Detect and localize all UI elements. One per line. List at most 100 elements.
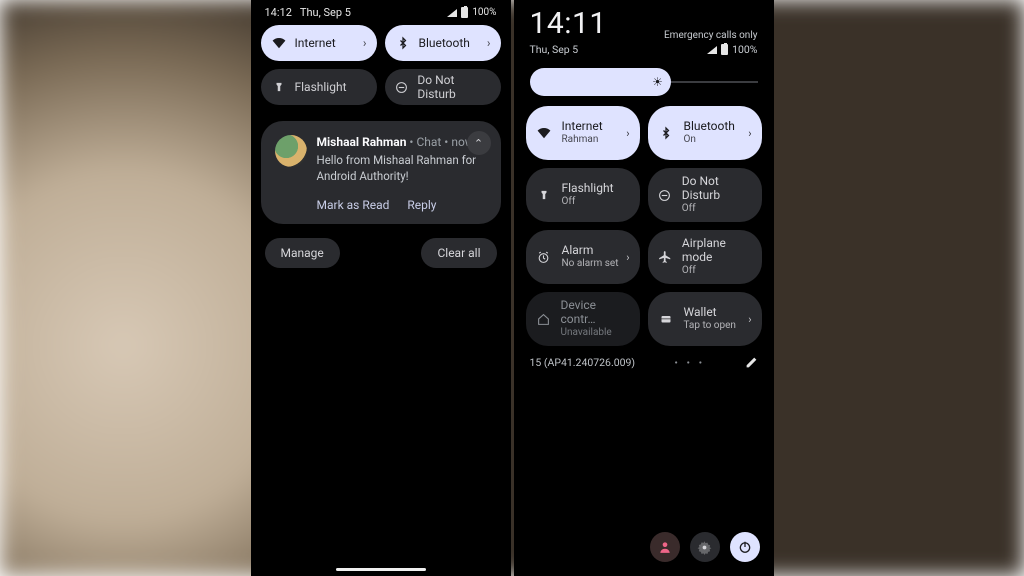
tile-sub: Tap to open [684,320,736,332]
brightness-track [669,81,758,83]
dnd-icon [395,81,410,94]
status-time: 14:12 [265,6,292,19]
tile-airplane[interactable]: Airplane modeOff [648,230,762,284]
avatar [275,135,307,167]
alarm-icon [536,251,552,264]
qs-tile-grid: InternetRahman›BluetoothOn›FlashlightOff… [514,106,774,346]
tile-sub: Rahman [562,134,603,146]
battery-pct: 100% [732,43,757,56]
lock-clock: 14:11 [530,6,607,41]
brightness-fill: ☀ [530,68,671,96]
tile-sub: On [684,134,735,146]
tile-label: Do Not Disturb [682,175,752,203]
tile-dnd[interactable]: Do Not DisturbOff [648,168,762,222]
phone-left: 14:12 Thu, Sep 5 100% Internet › [251,0,511,576]
tile-label: Alarm [562,244,619,258]
build-number: 15 (AP41.240726.009) [530,356,636,369]
chevron-right-icon: › [626,251,629,264]
user-switch-button[interactable] [650,532,680,562]
power-button[interactable] [730,532,760,562]
mark-read-action[interactable]: Mark as Read [317,198,390,212]
shade-footer: Manage Clear all [251,232,511,274]
edit-tiles-button[interactable] [745,356,758,369]
wifi-icon [536,126,552,140]
tile-sub: Off [682,203,752,215]
lock-date: Thu, Sep 5 [530,43,579,56]
bottom-buttons [650,532,760,562]
clock-row: 14:11 Emergency calls only [514,0,774,41]
status-bar: 14:12 Thu, Sep 5 100% [251,0,511,21]
brightness-icon: ☀ [652,75,663,89]
chevron-right-icon: › [626,127,629,140]
signal-icon [447,9,457,17]
qs-flashlight-label: Flashlight [295,80,347,94]
chevron-right-icon: › [748,313,751,326]
tile-sub: Unavailable [561,327,630,339]
tile-label: Flashlight [562,182,614,196]
qs-bluetooth[interactable]: Bluetooth › [385,25,501,61]
phone-right: 14:11 Emergency calls only Thu, Sep 5 10… [514,0,774,576]
tile-label: Device contr… [561,299,630,327]
tile-sub: No alarm set [562,258,619,270]
page-dots[interactable]: • • • [674,356,705,369]
bluetooth-icon [395,36,411,50]
chevron-right-icon: › [363,36,367,50]
wifi-icon [271,36,287,50]
tile-alarm[interactable]: AlarmNo alarm set › [526,230,640,284]
notification-header: Mishaal Rahman • Chat • now Hello from M… [275,135,487,184]
collapse-button[interactable]: ⌃ [467,131,491,155]
power-icon [738,540,752,554]
qs-row-1: Internet › Bluetooth › [251,21,511,65]
tile-internet[interactable]: InternetRahman › [526,106,640,160]
clock-sub-row: Thu, Sep 5 100% [514,41,774,64]
qs-bluetooth-label: Bluetooth [419,36,470,50]
status-date: Thu, Sep 5 [300,6,351,19]
build-row: 15 (AP41.240726.009) • • • [514,346,774,369]
chevron-right-icon: › [487,36,491,50]
wallet-icon [658,313,674,325]
tile-devicecontrols[interactable]: Device contr…Unavailable [526,292,640,346]
settings-button[interactable] [690,532,720,562]
tile-sub: Off [562,196,614,208]
tile-label: Bluetooth [684,120,735,134]
qs-internet[interactable]: Internet › [261,25,377,61]
tile-label: Internet [562,120,603,134]
airplane-icon [658,250,672,264]
tile-label: Airplane mode [682,237,752,265]
dual-phone-container: 14:12 Thu, Sep 5 100% Internet › [251,0,774,576]
chevron-right-icon: › [748,127,751,140]
chevron-up-icon: ⌃ [474,137,483,150]
dnd-icon [658,189,672,202]
sender-name: Mishaal Rahman [317,135,407,149]
tile-wallet[interactable]: WalletTap to open › [648,292,762,346]
qs-dnd[interactable]: Do Not Disturb [385,69,501,105]
tile-sub: Off [682,265,752,277]
home-icon [536,313,551,326]
tile-bluetooth[interactable]: BluetoothOn › [648,106,762,160]
tile-flashlight[interactable]: FlashlightOff [526,168,640,222]
notification-card[interactable]: ⌃ Mishaal Rahman • Chat • now Hello from… [261,121,501,224]
battery-icon [721,44,728,55]
qs-dnd-label: Do Not Disturb [417,73,490,101]
home-indicator[interactable] [336,568,426,571]
emergency-label: Emergency calls only [664,30,758,41]
notif-actions: Mark as Read Reply [275,198,487,212]
flash-icon [536,188,552,202]
brightness-slider[interactable]: ☀ [514,64,774,106]
notif-meta: • Chat • now [406,135,473,149]
manage-button[interactable]: Manage [265,238,340,268]
user-icon [658,540,672,554]
battery-icon [461,7,468,18]
reply-action[interactable]: Reply [407,198,436,212]
qs-flashlight[interactable]: Flashlight [261,69,377,105]
signal-icon [707,46,717,54]
sender-line: Mishaal Rahman • Chat • now [317,135,487,149]
clear-all-button[interactable]: Clear all [421,238,496,268]
bluetooth-icon [658,126,674,140]
notif-message: Hello from Mishaal Rahman for Android Au… [317,153,487,184]
tile-label: Wallet [684,306,736,320]
gear-icon [697,540,712,555]
qs-internet-label: Internet [295,36,336,50]
flashlight-icon [271,80,287,94]
pencil-icon [745,356,758,369]
